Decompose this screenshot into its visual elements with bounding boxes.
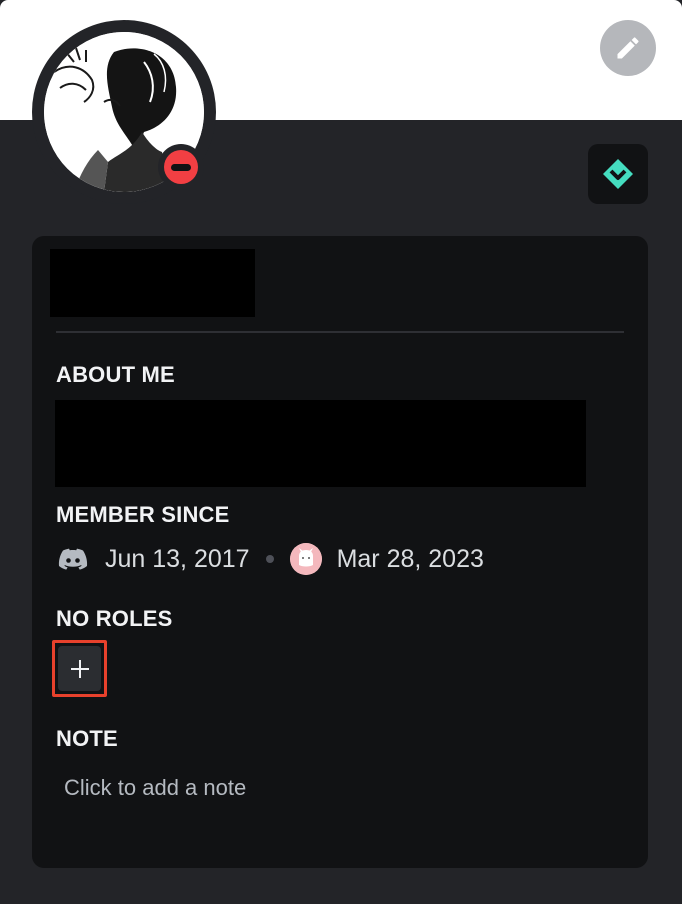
profile-badge[interactable] xyxy=(588,144,648,204)
pencil-icon xyxy=(617,37,639,59)
discord-member-since-date: Jun 13, 2017 xyxy=(105,544,250,573)
note-heading: NOTE xyxy=(56,726,118,751)
hypesquad-balance-icon xyxy=(603,159,633,189)
profile-info-card: ABOUT ME MEMBER SINCE Jun 13, 2017 Mar 2… xyxy=(32,236,648,868)
about-me-redacted xyxy=(55,400,586,487)
server-member-since-date: Mar 28, 2023 xyxy=(336,544,484,573)
add-role-button[interactable] xyxy=(58,646,101,691)
separator-dot xyxy=(265,555,274,563)
divider xyxy=(56,331,624,333)
about-me-heading: ABOUT ME xyxy=(56,362,175,387)
edit-profile-button[interactable] xyxy=(600,20,656,76)
add-role-highlight xyxy=(52,640,107,697)
member-since-row: Jun 13, 2017 Mar 28, 2023 xyxy=(56,541,484,577)
roles-heading: NO ROLES xyxy=(56,606,173,631)
plus-icon xyxy=(70,659,89,678)
status-indicator xyxy=(158,144,204,190)
note-input[interactable] xyxy=(56,770,624,806)
server-icon xyxy=(289,543,322,575)
member-since-heading: MEMBER SINCE xyxy=(56,502,230,527)
do-not-disturb-icon xyxy=(164,150,198,184)
discord-logo-icon xyxy=(56,542,90,576)
username-redacted xyxy=(50,249,255,317)
